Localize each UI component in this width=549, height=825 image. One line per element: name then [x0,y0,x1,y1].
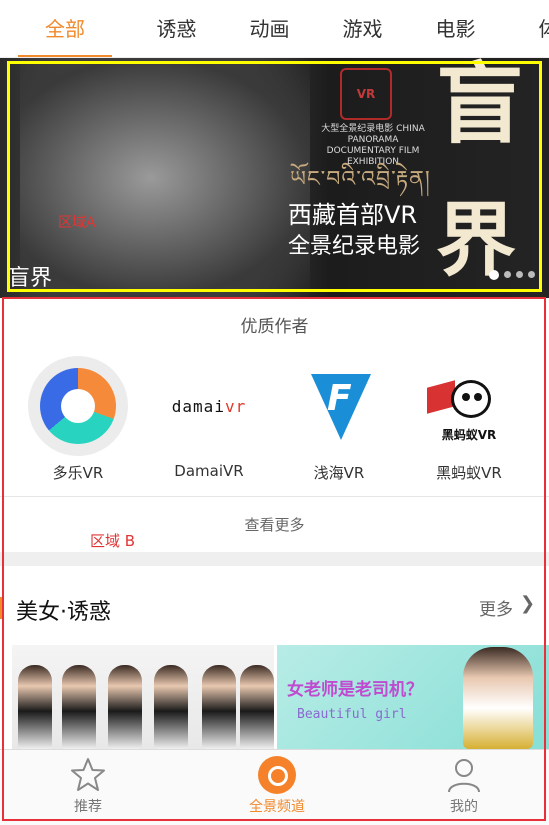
banner-title-char-2: 界 [436,193,516,287]
bottom-navigation: 推荐 全景频道 我的 [0,749,549,825]
star-icon [71,758,105,791]
category-tabs: 全部 诱惑 动画 游戏 电影 体 [0,0,549,58]
author-name: 黑蚂蚁VR [436,464,502,482]
tab-all[interactable]: 全部 [0,0,130,57]
author-item-qianhai[interactable]: F 浅海VR [277,356,401,483]
nav-recommend[interactable]: 推荐 [33,756,143,816]
thumbnail-title: 女老师是老司机？ [287,680,423,700]
area-a-label: 区域A [58,215,96,231]
beauty-more-link[interactable]: 更多 [479,595,513,620]
chevron-right-icon[interactable]: ❯ [520,593,535,614]
author-name: 浅海VR [313,464,365,482]
banner-seal-logo: VR [340,68,392,120]
heimayi-logo-icon: 黑蚂蚁VR [419,356,519,456]
author-item-duole[interactable]: 多乐VR [16,356,140,483]
carousel-dot[interactable] [528,271,535,278]
video-thumbnail[interactable] [12,645,274,749]
banner-headline-1: 西藏首部VR [288,201,418,229]
nav-mine[interactable]: 我的 [409,756,519,816]
tab-animation[interactable]: 动画 [223,0,316,57]
author-name: 多乐VR [52,464,104,482]
carousel-dot[interactable] [489,270,499,280]
banner-caption: 盲界 [8,266,53,291]
qianhai-logo-icon: F [289,356,389,456]
panorama-icon [258,756,296,794]
banner-title-char-1: 盲 [436,58,525,156]
duole-logo-icon [28,356,128,456]
thumbnail-subtitle: Beautiful girl [297,707,407,722]
section-accent-bar [0,597,4,619]
nav-label: 全景频道 [249,799,305,815]
video-thumbnail[interactable]: 女老师是老司机？ Beautiful girl [277,645,549,749]
tab-movies[interactable]: 电影 [409,0,502,57]
authors-row: 多乐VR damaivr DamaiVR F 浅海VR 黑蚂蚁VR 黑蚂蚁VR [16,356,536,486]
tab-sports[interactable]: 体 [502,0,549,57]
nav-label: 我的 [450,799,478,815]
banner-portrait-image [20,58,310,298]
carousel-indicator[interactable] [489,270,535,280]
nav-panorama-channel[interactable]: 全景频道 [222,756,332,816]
carousel-dot[interactable] [504,271,511,278]
beauty-section-title: 美女·诱惑 [16,600,111,625]
see-more-authors-button[interactable]: 查看更多 [0,514,549,535]
damai-logo-icon: damaivr [159,356,259,456]
divider [0,496,549,497]
authors-section-title: 优质作者 [240,317,309,337]
tab-games[interactable]: 游戏 [316,0,409,57]
carousel-dot[interactable] [516,271,523,278]
author-name: DamaiVR [174,462,244,480]
area-b-label: 区域 B [90,532,136,550]
hero-banner[interactable]: VR 大型全景纪录电影 CHINA PANORAMA DOCUMENTARY F… [0,58,549,298]
person-icon [448,759,480,793]
banner-headline-2: 全景纪录电影 [288,234,421,259]
tab-temptation[interactable]: 诱惑 [130,0,223,57]
section-separator [0,552,549,566]
author-item-heimayi[interactable]: 黑蚂蚁VR 黑蚂蚁VR [407,356,531,483]
author-item-damai[interactable]: damaivr DamaiVR [147,356,271,480]
nav-label: 推荐 [74,799,102,815]
